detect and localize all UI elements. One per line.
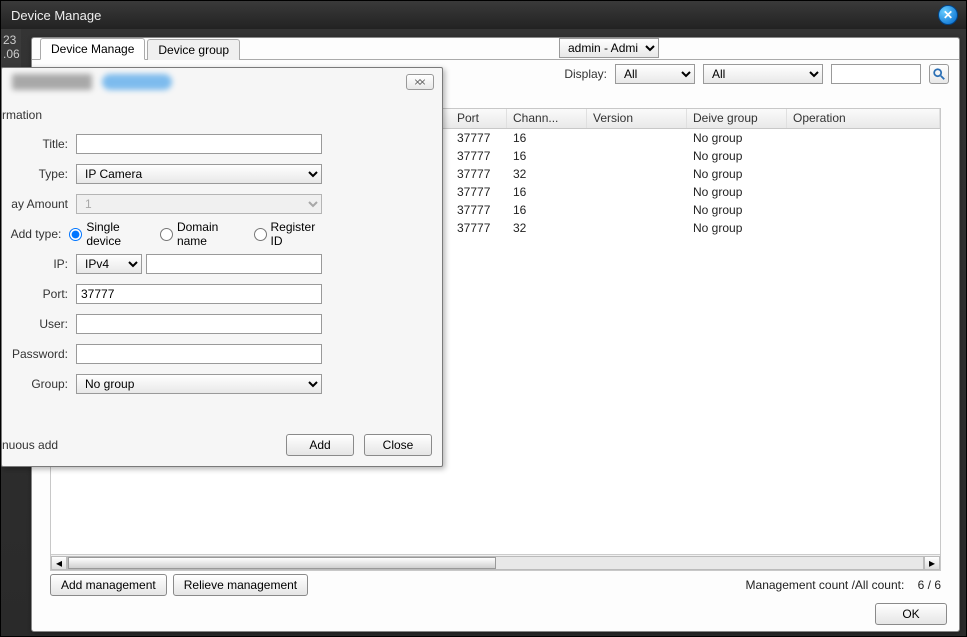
display-filter-2[interactable]: All: [703, 64, 823, 84]
display-filter-1[interactable]: All: [615, 64, 695, 84]
radio-register-id[interactable]: Register ID: [254, 220, 323, 248]
add-type-radios: Single device Domain name Register ID: [69, 220, 322, 248]
cell-port: 37777: [451, 129, 507, 147]
device-manage-window: Device Manage ✕ 23 .06 Device Manage Dev…: [0, 0, 967, 637]
label-amount: ay Amount: [2, 197, 76, 211]
cell-port: 37777: [451, 183, 507, 201]
cell-version: [587, 147, 687, 165]
col-port[interactable]: Port: [451, 109, 507, 128]
add-button[interactable]: Add: [286, 434, 354, 456]
cell-operation: [787, 201, 940, 219]
close-button[interactable]: Close: [364, 434, 432, 456]
password-input[interactable]: [76, 344, 322, 364]
search-icon[interactable]: [929, 64, 949, 84]
cell-group: No group: [687, 219, 787, 237]
cell-operation: [787, 129, 940, 147]
cell-version: [587, 129, 687, 147]
cell-version: [587, 183, 687, 201]
relieve-management-button[interactable]: Relieve management: [173, 574, 308, 596]
close-icon[interactable]: ✕: [938, 5, 958, 25]
label-password: Password:: [2, 347, 76, 361]
cell-channel: 32: [507, 165, 587, 183]
cell-channel: 16: [507, 147, 587, 165]
col-channel[interactable]: Chann...: [507, 109, 587, 128]
device-form: Title: Type: IP Camera ay Amount 1 Add t…: [2, 130, 322, 400]
cell-channel: 32: [507, 219, 587, 237]
tab-device-group[interactable]: Device group: [147, 39, 240, 60]
titlebar: Device Manage ✕: [1, 1, 966, 29]
scroll-right-icon[interactable]: ▸: [924, 556, 940, 570]
cell-port: 37777: [451, 165, 507, 183]
cell-group: No group: [687, 129, 787, 147]
cell-operation: [787, 219, 940, 237]
dialog-close-icon[interactable]: [406, 74, 434, 90]
continuous-add-label: nuous add: [2, 438, 58, 452]
scroll-track[interactable]: [67, 556, 924, 570]
port-input[interactable]: [76, 284, 322, 304]
cell-group: No group: [687, 165, 787, 183]
cell-operation: [787, 165, 940, 183]
label-title: Title:: [2, 137, 76, 151]
tab-device-manage[interactable]: Device Manage: [40, 38, 145, 60]
label-type: Type:: [2, 167, 76, 181]
bottom-row: Add management Relieve management Manage…: [50, 573, 941, 597]
cell-group: No group: [687, 201, 787, 219]
label-port: Port:: [2, 287, 76, 301]
search-input[interactable]: [831, 64, 921, 84]
cell-channel: 16: [507, 129, 587, 147]
section-title: rmation: [2, 108, 42, 122]
cell-channel: 16: [507, 183, 587, 201]
label-user: User:: [2, 317, 76, 331]
label-ip: IP:: [2, 257, 76, 271]
col-operation[interactable]: Operation: [787, 109, 940, 128]
ok-button[interactable]: OK: [875, 603, 947, 625]
cell-port: 37777: [451, 147, 507, 165]
amount-select: 1: [76, 194, 322, 214]
cell-version: [587, 219, 687, 237]
cell-channel: 16: [507, 201, 587, 219]
radio-domain-name[interactable]: Domain name: [160, 220, 242, 248]
col-version[interactable]: Version: [587, 109, 687, 128]
add-device-dialog: rmation Title: Type: IP Camera ay Amount…: [1, 67, 443, 467]
scroll-thumb[interactable]: [68, 557, 496, 569]
title-input[interactable]: [76, 134, 322, 154]
ok-row: OK: [875, 603, 947, 625]
cell-group: No group: [687, 147, 787, 165]
dialog-header-blur: [12, 74, 212, 94]
window-title: Device Manage: [11, 8, 101, 23]
tabs-row: Device Manage Device group admin - Admin: [32, 38, 959, 60]
strip-line1: 23: [3, 33, 19, 47]
dialog-footer: Add Close: [286, 434, 432, 456]
label-group: Group:: [2, 377, 76, 391]
cell-operation: [787, 147, 940, 165]
left-strip: 23 .06: [1, 29, 21, 69]
label-add-type: Add type:: [2, 227, 69, 241]
cell-port: 37777: [451, 201, 507, 219]
management-count-value: 6 / 6: [918, 578, 941, 592]
user-input[interactable]: [76, 314, 322, 334]
horizontal-scrollbar[interactable]: ◂ ▸: [51, 554, 940, 570]
ip-version-select[interactable]: IPv4: [76, 254, 142, 274]
group-select[interactable]: No group: [76, 374, 322, 394]
display-label: Display:: [564, 67, 607, 81]
cell-group: No group: [687, 183, 787, 201]
scroll-left-icon[interactable]: ◂: [51, 556, 67, 570]
cell-operation: [787, 183, 940, 201]
radio-single-device[interactable]: Single device: [69, 220, 148, 248]
col-device-group[interactable]: Deive group: [687, 109, 787, 128]
add-management-button[interactable]: Add management: [50, 574, 167, 596]
user-select[interactable]: admin - Admin: [559, 38, 659, 58]
cell-port: 37777: [451, 219, 507, 237]
cell-version: [587, 165, 687, 183]
strip-line2: .06: [3, 47, 19, 61]
management-count-label: Management count /All count: 6 / 6: [746, 578, 941, 592]
ip-input[interactable]: [146, 254, 322, 274]
cell-version: [587, 201, 687, 219]
type-select[interactable]: IP Camera: [76, 164, 322, 184]
